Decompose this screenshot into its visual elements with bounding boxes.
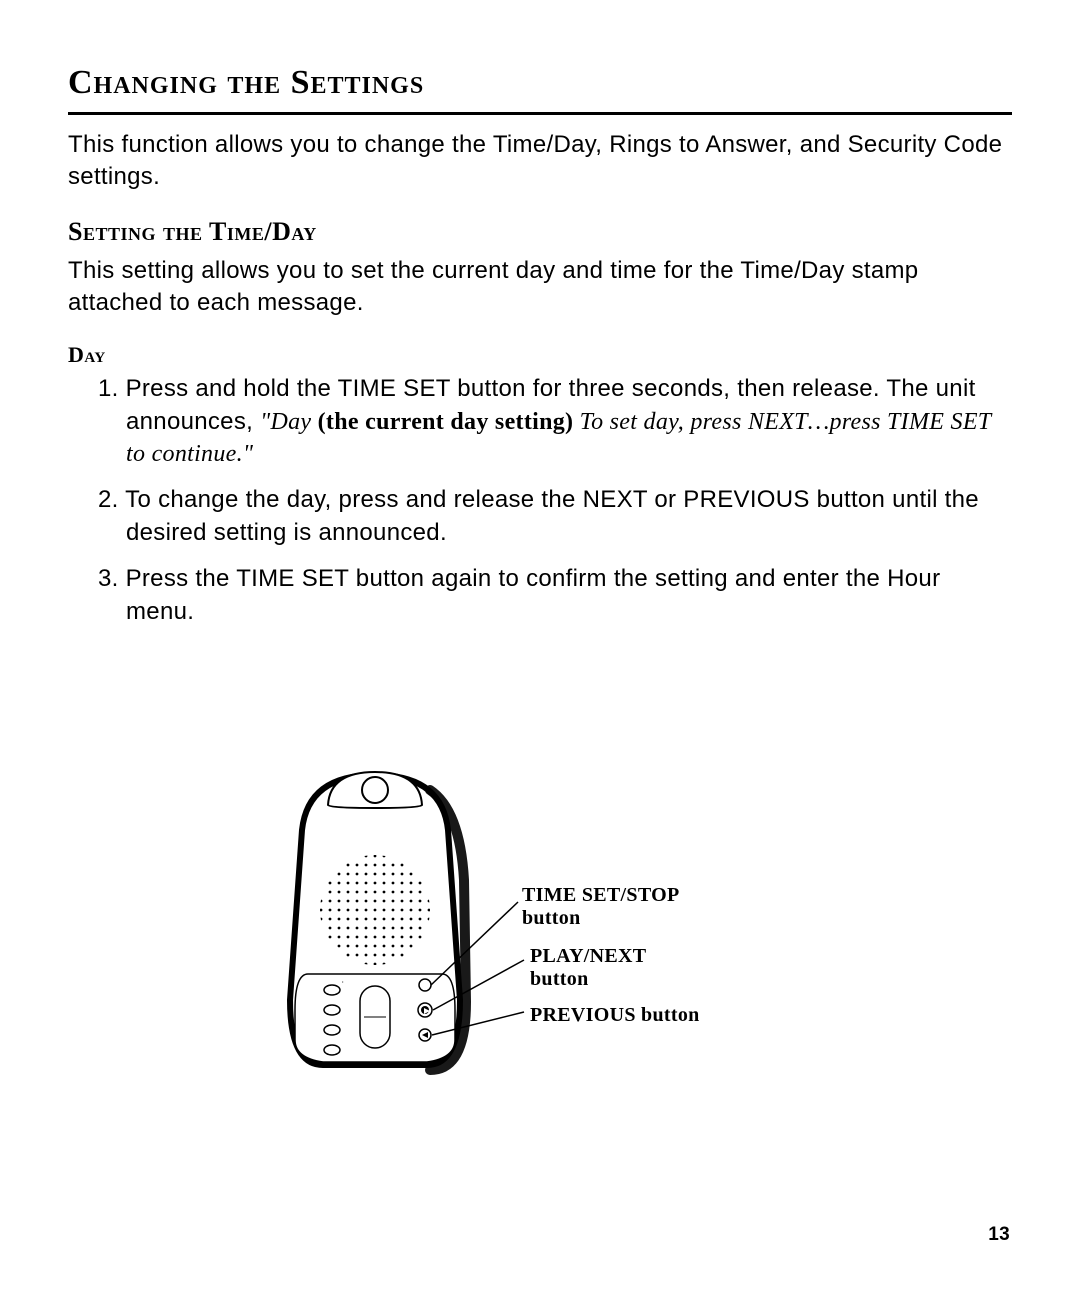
steps-list: 1. Press and hold the TIME SET button fo…	[68, 373, 1012, 628]
page-title: Changing the Settings	[68, 60, 1012, 106]
device-figure: • TIME SET/STOP button PLAY/NEXT button …	[0, 750, 1080, 1100]
callout-play-next-line2: button	[530, 968, 589, 990]
step-2: 2. To change the day, press and release …	[98, 484, 1012, 549]
title-rule	[68, 112, 1012, 115]
step-3: 3. Press the TIME SET button again to co…	[98, 563, 1012, 628]
step-1-quote-a: "Day	[260, 409, 318, 435]
intro-paragraph: This function allows you to change the T…	[68, 129, 1012, 194]
svg-text:•: •	[342, 979, 344, 984]
section-heading-time-day: Setting the Time/Day	[68, 214, 1012, 249]
page-number: 13	[988, 1222, 1010, 1248]
callout-time-set-stop: TIME SET/STOP button	[522, 884, 679, 930]
step-1-quote-bold: (the current day setting)	[318, 409, 574, 435]
step-1: 1. Press and hold the TIME SET button fo…	[98, 373, 1012, 470]
section-paragraph-time-day: This setting allows you to set the curre…	[68, 255, 1012, 320]
callout-play-next: PLAY/NEXT button	[530, 945, 646, 991]
callout-previous: PREVIOUS button	[530, 1004, 700, 1027]
manual-page: Changing the Settings This function allo…	[0, 0, 1080, 1296]
callout-time-set-stop-line1: TIME SET/STOP	[522, 884, 679, 906]
callout-play-next-line1: PLAY/NEXT	[530, 945, 646, 967]
subsection-heading-day: Day	[68, 340, 1012, 370]
callout-time-set-stop-line2: button	[522, 907, 581, 929]
